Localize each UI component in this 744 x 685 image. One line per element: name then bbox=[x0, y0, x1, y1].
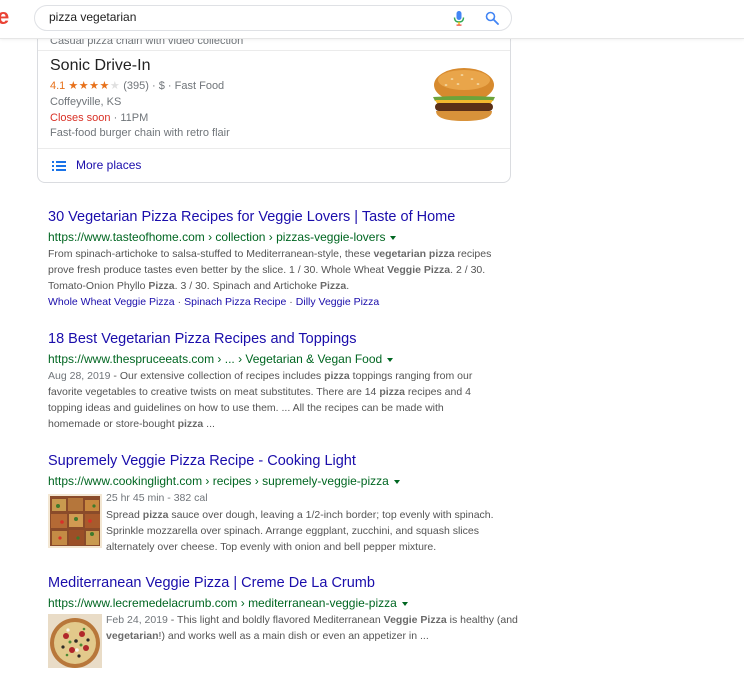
result-body: 25 hr 45 min - 382 cal Spread pizza sauc… bbox=[106, 489, 526, 555]
search-box[interactable] bbox=[34, 5, 512, 31]
dropdown-caret-icon[interactable] bbox=[390, 235, 397, 240]
search-input[interactable] bbox=[49, 10, 429, 24]
place-location: Coffeyville, KS bbox=[50, 96, 122, 108]
search-icon[interactable] bbox=[485, 11, 499, 25]
search-result: Supremely Veggie Pizza Recipe - Cooking … bbox=[48, 452, 498, 553]
divider bbox=[38, 148, 510, 149]
result-snippet: Spread pizza sauce over dough, leaving a… bbox=[106, 509, 494, 553]
list-icon bbox=[52, 160, 66, 171]
google-logo[interactable]: e bbox=[0, 4, 9, 30]
result-url[interactable]: https://www.thespruceeats.com › ... › Ve… bbox=[48, 351, 498, 367]
local-pack-card: Casual pizza chain with video collection… bbox=[37, 14, 511, 183]
dropdown-caret-icon[interactable] bbox=[387, 357, 394, 362]
sitelink[interactable]: Spinach Pizza Recipe bbox=[184, 296, 286, 308]
search-result: 30 Vegetarian Pizza Recipes for Veggie L… bbox=[48, 208, 498, 310]
rating-value: 4.1 bbox=[50, 80, 66, 92]
result-snippet: Feb 24, 2019 - This light and boldly fla… bbox=[106, 614, 518, 642]
burger-image[interactable] bbox=[430, 65, 498, 125]
divider bbox=[38, 50, 510, 51]
more-places-label: More places bbox=[76, 158, 142, 172]
recipe-meta: 25 hr 45 min - 382 cal bbox=[106, 492, 208, 504]
more-places-link[interactable]: More places bbox=[52, 158, 141, 172]
result-title-link[interactable]: 18 Best Vegetarian Pizza Recipes and Top… bbox=[48, 330, 498, 348]
search-result: 18 Best Vegetarian Pizza Recipes and Top… bbox=[48, 330, 498, 432]
search-header: e bbox=[0, 0, 744, 39]
review-count: (395) bbox=[123, 80, 149, 92]
place-description: Fast-food burger chain with retro flair bbox=[50, 127, 230, 139]
result-url[interactable]: https://www.cookinglight.com › recipes ›… bbox=[48, 473, 498, 489]
result-title-link[interactable]: Supremely Veggie Pizza Recipe - Cooking … bbox=[48, 452, 498, 470]
sitelinks: Whole Wheat Veggie Pizza · Spinach Pizza R… bbox=[48, 296, 380, 308]
result-url[interactable]: https://www.lecremedelacrumb.com › medit… bbox=[48, 595, 498, 611]
microphone-icon[interactable] bbox=[453, 11, 465, 26]
place-name[interactable]: Sonic Drive-In bbox=[50, 57, 150, 75]
mediterranean-pizza-thumbnail[interactable] bbox=[48, 614, 102, 668]
result-title-link[interactable]: Mediterranean Veggie Pizza | Creme De La… bbox=[48, 574, 498, 592]
star-rating-icon: ★★★★★ bbox=[68, 80, 121, 92]
search-result: Mediterranean Veggie Pizza | Creme De La… bbox=[48, 574, 518, 668]
veggie-pizza-thumbnail[interactable] bbox=[48, 494, 102, 548]
result-body: Feb 24, 2019 - This light and boldly fla… bbox=[106, 611, 526, 644]
place-hours: Closes soon · 11PM bbox=[50, 112, 149, 124]
dropdown-caret-icon[interactable] bbox=[401, 601, 408, 606]
sitelink[interactable]: Dilly Veggie Pizza bbox=[296, 296, 379, 308]
closing-time: 11PM bbox=[120, 112, 149, 124]
closing-status: Closes soon bbox=[50, 112, 111, 124]
sitelink[interactable]: Whole Wheat Veggie Pizza bbox=[48, 296, 175, 308]
place-rating-row: 4.1 ★★★★★ (395) · $ · Fast Food bbox=[50, 80, 225, 92]
dropdown-caret-icon[interactable] bbox=[393, 479, 400, 484]
result-title-link[interactable]: 30 Vegetarian Pizza Recipes for Veggie L… bbox=[48, 208, 498, 226]
price-level: $ bbox=[158, 80, 165, 92]
place-category: Fast Food bbox=[174, 80, 225, 92]
result-snippet: Aug 28, 2019 - Our extensive collection … bbox=[48, 370, 473, 430]
result-url[interactable]: https://www.tasteofhome.com › collection… bbox=[48, 229, 498, 245]
result-snippet: From spinach-artichoke to salsa-stuffed … bbox=[48, 248, 492, 292]
